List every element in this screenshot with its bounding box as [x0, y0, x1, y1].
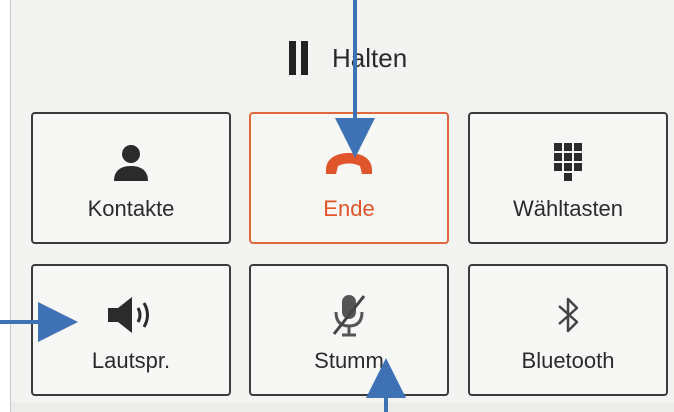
- person-icon: [111, 140, 151, 186]
- dialpad-label: Wähltasten: [512, 196, 624, 221]
- pause-icon: [289, 41, 308, 75]
- speaker-label: Lautspr.: [91, 348, 171, 373]
- dialpad-button[interactable]: Wähltasten: [468, 112, 668, 244]
- mute-button[interactable]: Stumm: [249, 264, 449, 396]
- end-call-label: Ende: [323, 196, 375, 221]
- hold-button[interactable]: Halten: [289, 38, 407, 78]
- hold-label: Halten: [332, 42, 408, 73]
- hang-up-phone-icon: [322, 140, 376, 186]
- dialpad-icon: [554, 140, 582, 186]
- end-call-button[interactable]: Ende: [249, 112, 449, 244]
- mute-label: Stumm: [314, 348, 384, 373]
- contacts-button[interactable]: Kontakte: [31, 112, 231, 244]
- speaker-button[interactable]: Lautspr.: [31, 264, 231, 396]
- bluetooth-icon: [555, 292, 581, 338]
- in-call-screen: Halten Kontakte Ende Wähltasten Lautspr.…: [10, 0, 674, 412]
- speaker-icon: [106, 292, 156, 338]
- contacts-label: Kontakte: [87, 196, 175, 221]
- bluetooth-button[interactable]: Bluetooth: [468, 264, 668, 396]
- bluetooth-label: Bluetooth: [521, 348, 615, 373]
- bottom-edge: [11, 402, 674, 412]
- mic-muted-icon: [329, 292, 369, 338]
